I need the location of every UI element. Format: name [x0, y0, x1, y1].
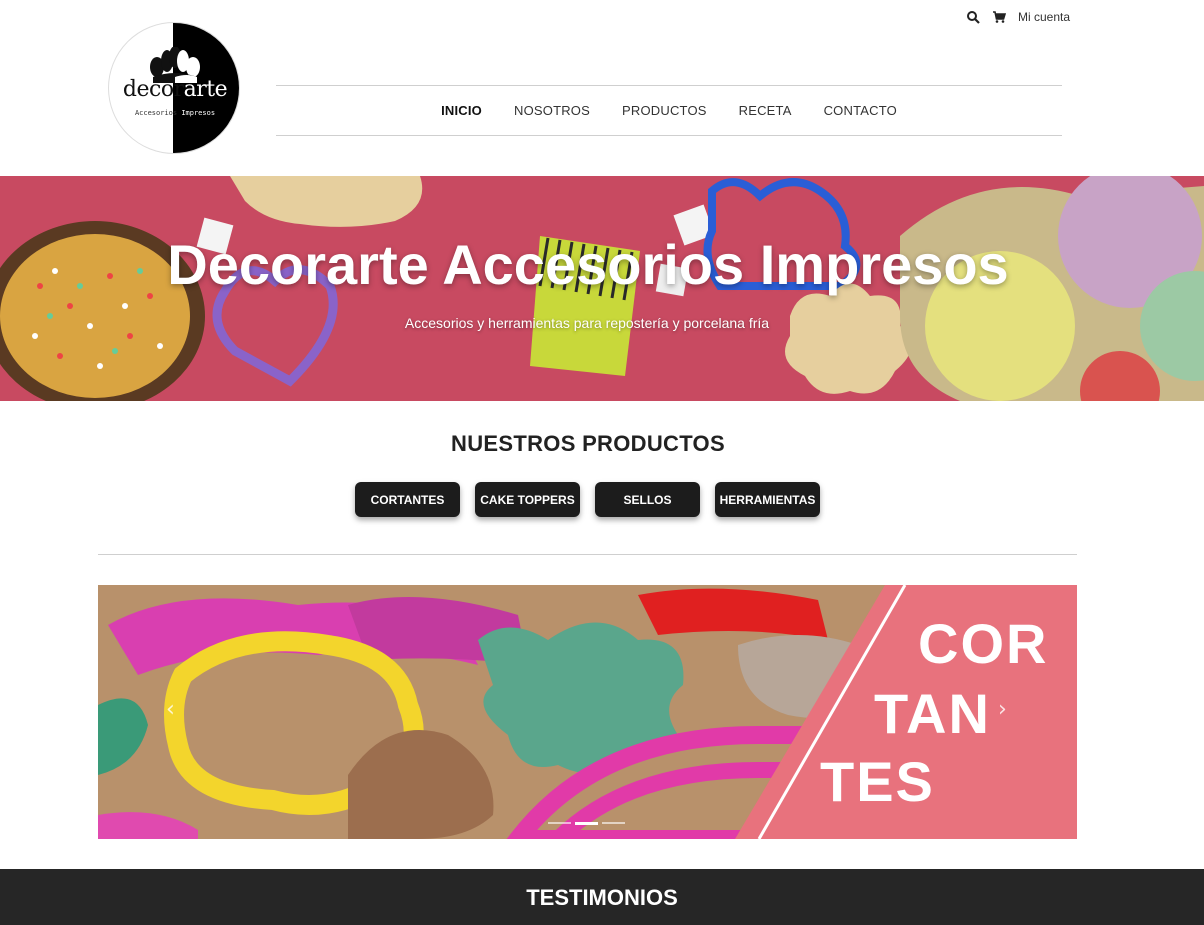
product-category-buttons: CORTANTES CAKE TOPPERS SELLOS HERRAMIENT… — [355, 482, 820, 517]
nav-item-contacto[interactable]: CONTACTO — [808, 103, 913, 118]
logo-tagline-dark: Accesorios — [134, 109, 182, 117]
hero-title: Decorarte Accesorios Impresos — [167, 233, 1009, 296]
top-utility-bar: Mi cuenta — [966, 9, 1070, 25]
hero-banner: Decorarte Accesorios Impresos Accesorios… — [0, 176, 1204, 401]
nav-item-nosotros[interactable]: NOSOTROS — [498, 103, 606, 118]
section-divider — [98, 554, 1077, 555]
carousel-indicators — [548, 822, 625, 825]
logo-wordmark: decorarte — [109, 77, 239, 102]
my-account-link[interactable]: Mi cuenta — [1018, 10, 1070, 24]
nav-item-receta[interactable]: RECETA — [723, 103, 808, 118]
hero-subtitle: Accesorios y herramientas para reposterí… — [404, 315, 770, 331]
logo-word-dark: decor — [122, 77, 184, 102]
carousel-indicator-2[interactable] — [575, 822, 598, 825]
carousel-word-line3: TES — [820, 750, 935, 813]
products-section-title: NUESTROS PRODUCTOS — [451, 431, 725, 456]
testimonials-section: TESTIMONIOS — [0, 869, 1204, 925]
decorarte-logo[interactable]: decorarte Accesorios Impresos — [108, 22, 240, 154]
cart-icon[interactable] — [992, 10, 1006, 24]
main-navigation: INICIO NOSOTROS PRODUCTOS RECETA CONTACT… — [276, 85, 1062, 136]
nav-item-inicio[interactable]: INICIO — [425, 103, 498, 118]
product-carousel[interactable]: COR TAN TES ‹ › — [98, 585, 1077, 839]
sellos-button[interactable]: SELLOS — [595, 482, 700, 517]
logo-tagline: Accesorios Impresos — [109, 109, 239, 117]
search-icon[interactable] — [966, 10, 980, 24]
logo-tagline-light: Impresos — [181, 109, 216, 117]
site-header: decorarte Accesorios Impresos Mi cuenta … — [0, 0, 1204, 176]
chevron-left-icon[interactable]: ‹ — [166, 697, 175, 722]
carousel-indicator-1[interactable] — [548, 822, 571, 824]
herramientas-button[interactable]: HERRAMIENTAS — [715, 482, 820, 517]
nav-item-productos[interactable]: PRODUCTOS — [606, 103, 723, 118]
carousel-indicator-3[interactable] — [602, 822, 625, 824]
testimonials-title: TESTIMONIOS — [526, 885, 678, 910]
cake-toppers-button[interactable]: CAKE TOPPERS — [475, 482, 580, 517]
logo-word-light: arte — [183, 77, 228, 102]
cortantes-button[interactable]: CORTANTES — [355, 482, 460, 517]
carousel-word-line1: COR — [918, 612, 1049, 675]
carousel-word-line2: TAN — [874, 682, 991, 745]
chevron-right-icon[interactable]: › — [998, 697, 1007, 722]
